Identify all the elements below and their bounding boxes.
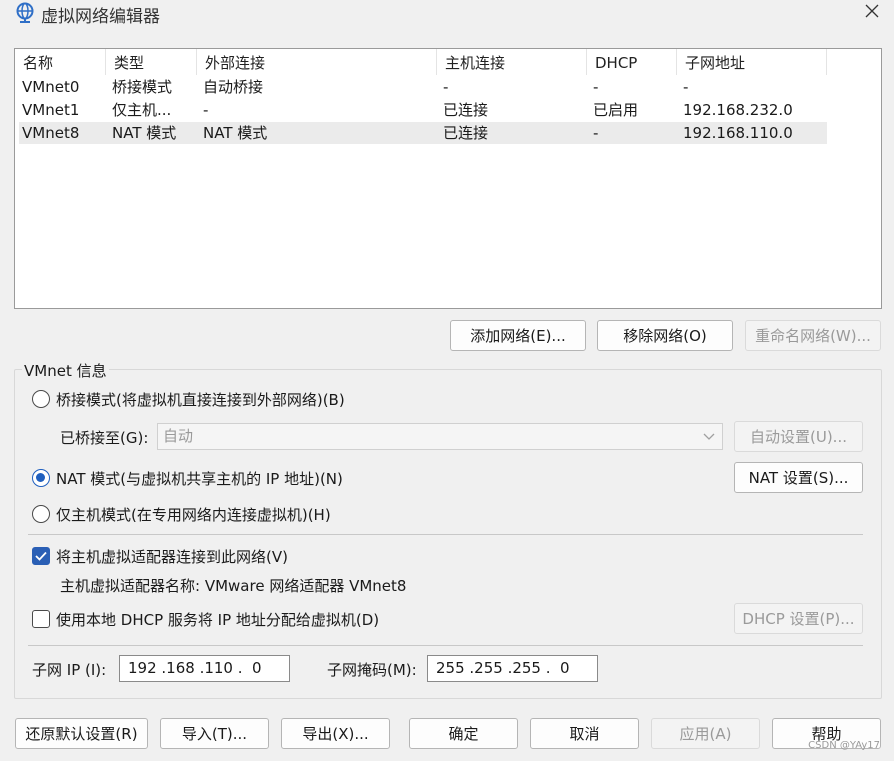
- column-header-external[interactable]: 外部连接: [197, 49, 437, 75]
- row-name: VMnet0: [22, 78, 80, 96]
- add-network-button[interactable]: 添加网络(E)...: [450, 320, 586, 351]
- window-title: 虚拟网络编辑器: [41, 7, 160, 27]
- column-header-subnet[interactable]: 子网地址: [677, 49, 827, 75]
- network-globe-icon: [14, 1, 36, 23]
- row-type: 仅主机...: [112, 101, 172, 119]
- chevron-down-icon: [702, 426, 716, 454]
- dhcp-label[interactable]: 使用本地 DHCP 服务将 IP 地址分配给虚拟机(D): [56, 609, 379, 630]
- cancel-button[interactable]: 取消: [530, 718, 639, 749]
- row-host: 已连接: [443, 124, 489, 142]
- subnet-mask-label: 子网掩码(M):: [327, 661, 417, 679]
- vmnet-info-title: VMnet 信息: [22, 360, 109, 381]
- connect-adapter-checkbox[interactable]: [32, 547, 50, 565]
- subnet-ip-input[interactable]: 192 .168 .110 . 0: [119, 655, 290, 682]
- divider: [28, 534, 863, 535]
- check-icon: [35, 551, 47, 561]
- bridged-to-select[interactable]: 自动: [157, 423, 723, 450]
- nat-mode-label[interactable]: NAT 模式(与虚拟机共享主机的 IP 地址)(N): [56, 468, 343, 489]
- bridged-to-value: 自动: [163, 427, 194, 445]
- row-subnet: 192.168.110.0: [683, 124, 793, 142]
- table-row-selected[interactable]: VMnet8 NAT 模式 NAT 模式 已连接 - 192.168.110.0: [19, 122, 827, 144]
- row-dhcp: -: [593, 124, 599, 142]
- apply-button[interactable]: 应用(A): [651, 718, 760, 749]
- dhcp-checkbox[interactable]: [32, 610, 50, 628]
- row-dhcp: 已启用: [593, 101, 639, 119]
- auto-settings-button[interactable]: 自动设置(U)...: [734, 421, 863, 452]
- table-row[interactable]: VMnet0 桥接模式 自动桥接 - - -: [19, 76, 827, 98]
- nat-settings-button[interactable]: NAT 设置(S)...: [734, 462, 863, 493]
- row-external: 自动桥接: [203, 78, 264, 96]
- host-only-mode-label[interactable]: 仅主机模式(在专用网络内连接虚拟机)(H): [56, 504, 331, 525]
- row-host: -: [443, 78, 449, 96]
- subnet-ip-label: 子网 IP (I):: [32, 661, 107, 679]
- row-type: NAT 模式: [112, 124, 177, 142]
- connect-adapter-label[interactable]: 将主机虚拟适配器连接到此网络(V): [56, 546, 288, 567]
- export-button[interactable]: 导出(X)...: [281, 718, 390, 749]
- subnet-mask-input[interactable]: 255 .255 .255 . 0: [427, 655, 598, 682]
- row-dhcp: -: [593, 78, 599, 96]
- dhcp-settings-button[interactable]: DHCP 设置(P)...: [734, 603, 863, 634]
- close-icon: [864, 3, 880, 23]
- column-header-dhcp[interactable]: DHCP: [587, 49, 677, 75]
- table-row[interactable]: VMnet1 仅主机... - 已连接 已启用 192.168.232.0: [19, 99, 827, 121]
- list-header: 名称 类型 外部连接 主机连接 DHCP 子网地址: [15, 49, 827, 75]
- column-header-name[interactable]: 名称: [15, 49, 106, 75]
- row-external: -: [203, 101, 209, 119]
- bridge-mode-radio[interactable]: [32, 390, 50, 408]
- column-header-host[interactable]: 主机连接: [437, 49, 587, 75]
- import-button[interactable]: 导入(T)...: [160, 718, 269, 749]
- close-button[interactable]: [852, 0, 892, 26]
- nat-mode-radio[interactable]: [32, 469, 50, 487]
- row-type: 桥接模式: [112, 78, 173, 96]
- bridge-mode-label[interactable]: 桥接模式(将虚拟机直接连接到外部网络)(B): [56, 389, 345, 410]
- row-subnet: 192.168.232.0: [683, 101, 793, 119]
- remove-network-button[interactable]: 移除网络(O): [597, 320, 733, 351]
- network-list[interactable]: 名称 类型 外部连接 主机连接 DHCP 子网地址 VMnet0 桥接模式 自动…: [14, 48, 882, 309]
- host-only-mode-radio[interactable]: [32, 505, 50, 523]
- ok-button[interactable]: 确定: [409, 718, 518, 749]
- divider: [28, 645, 863, 646]
- restore-defaults-button[interactable]: 还原默认设置(R): [15, 718, 148, 749]
- column-header-type[interactable]: 类型: [106, 49, 197, 75]
- watermark: CSDN @YAy17: [808, 740, 880, 751]
- row-subnet: -: [683, 78, 689, 96]
- adapter-name-text: 主机虚拟适配器名称: VMware 网络适配器 VMnet8: [60, 577, 407, 595]
- row-external: NAT 模式: [203, 124, 268, 142]
- row-name: VMnet8: [22, 124, 80, 142]
- row-name: VMnet1: [22, 101, 80, 119]
- rename-network-button[interactable]: 重命名网络(W)...: [745, 320, 881, 351]
- title-bar: 虚拟网络编辑器: [0, 0, 894, 28]
- row-host: 已连接: [443, 101, 489, 119]
- bridged-to-label: 已桥接至(G):: [60, 429, 149, 447]
